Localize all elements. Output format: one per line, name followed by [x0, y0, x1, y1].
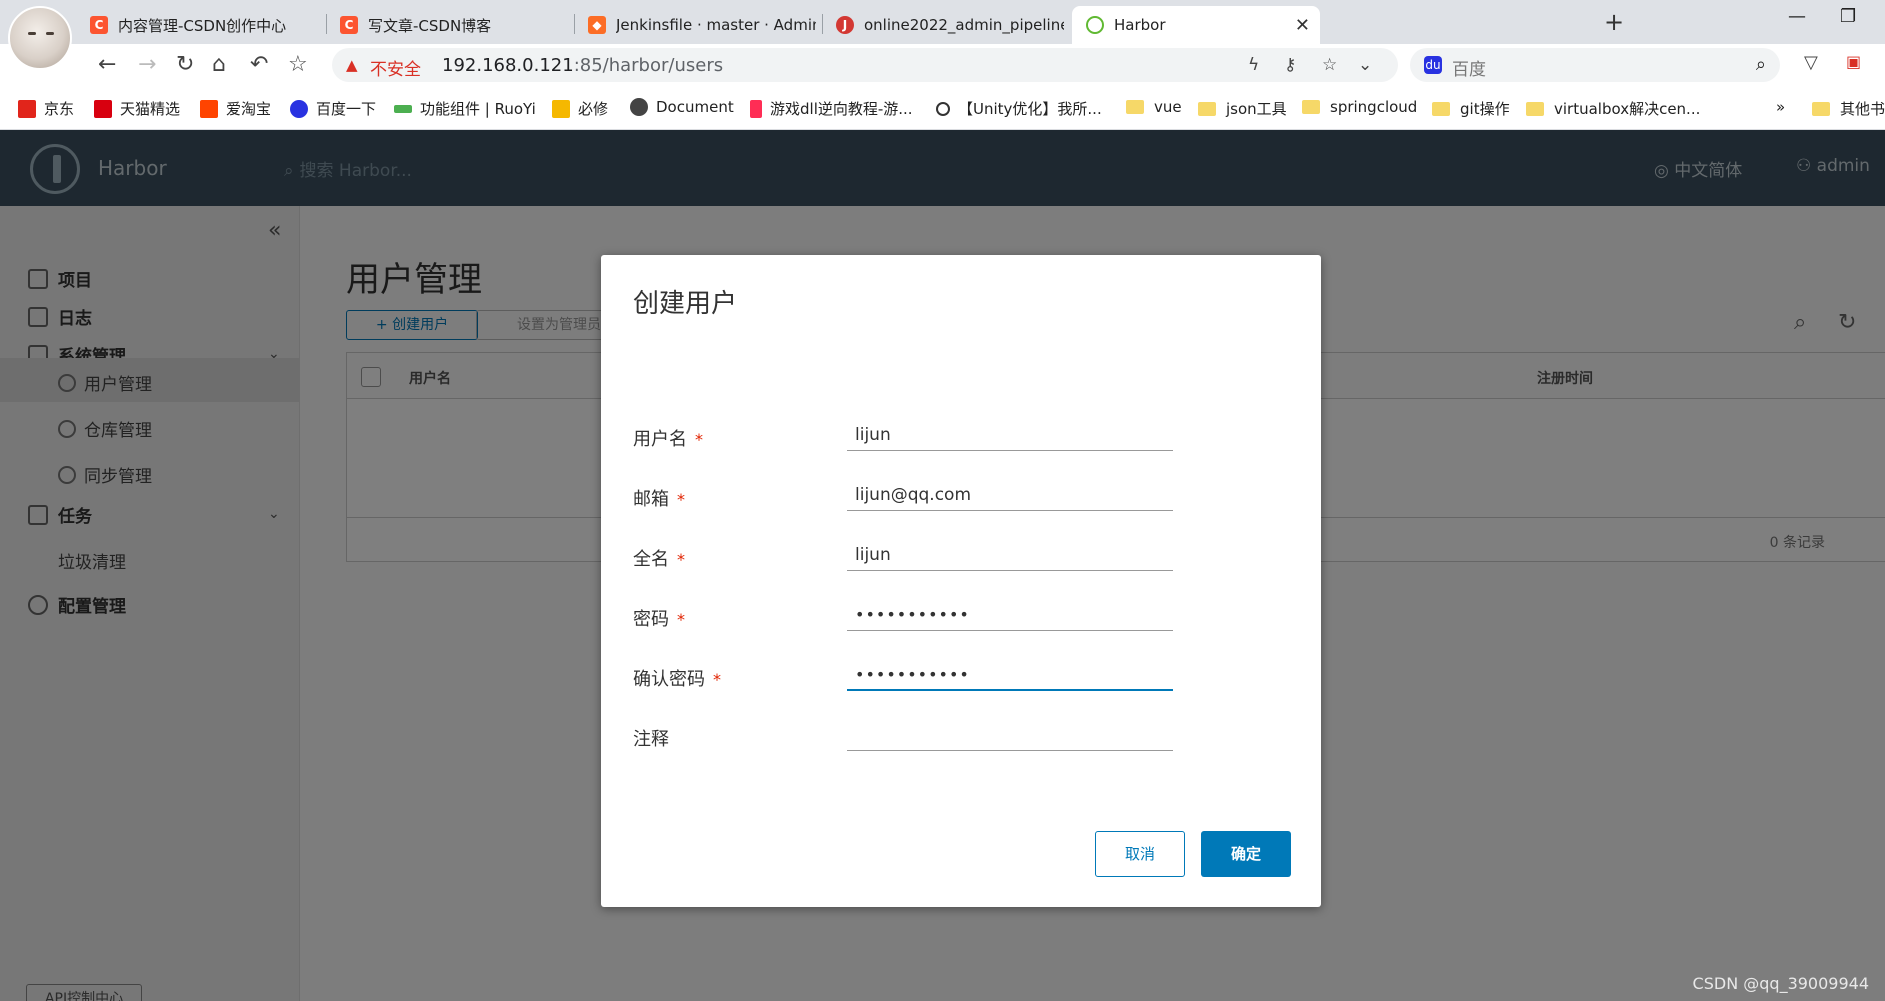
folder-icon: [1526, 101, 1544, 116]
browser-tab-csdn-manage[interactable]: C 内容管理-CSDN创作中心: [76, 6, 326, 44]
fullname-input[interactable]: lijun: [847, 543, 1173, 571]
fullname-row: 全名 * lijun: [633, 529, 1293, 579]
email-input[interactable]: lijun@qq.com: [847, 483, 1173, 511]
address-bar[interactable]: ▲ 不安全 192.168.0.121:85/harbor/users ϟ ⚷ …: [332, 48, 1398, 82]
globe-icon: [630, 98, 648, 116]
key-icon[interactable]: ⚷: [1284, 55, 1296, 75]
ruoyi-icon: [394, 104, 412, 113]
baidu-icon: du: [1424, 56, 1442, 74]
browser-tab-jenkins[interactable]: J online2022_admin_pipeline #47 C: [822, 6, 1070, 44]
confirm-password-input[interactable]: •••••••••••: [847, 663, 1173, 691]
bookmark-star-icon[interactable]: ☆: [1322, 55, 1337, 75]
browser-tab-harbor[interactable]: Harbor ✕: [1072, 6, 1320, 44]
cancel-button[interactable]: 取消: [1095, 831, 1185, 877]
email-label: 邮箱 *: [633, 489, 685, 510]
back-icon[interactable]: ←: [98, 52, 116, 77]
ok-button[interactable]: 确定: [1201, 831, 1291, 877]
confirm-password-label: 确认密码 *: [633, 669, 721, 690]
email-row: 邮箱 * lijun@qq.com: [633, 469, 1293, 519]
unity-icon: [936, 101, 950, 116]
restore-window-icon[interactable]: ❐: [1840, 6, 1856, 27]
pdf-extension-icon[interactable]: ▣: [1846, 52, 1861, 71]
lightning-icon[interactable]: ϟ: [1248, 55, 1259, 75]
bookmark-dll-tutorial[interactable]: 游戏dll逆向教程-游...: [750, 98, 913, 119]
username-input[interactable]: lijun: [847, 423, 1173, 451]
bookmark-document[interactable]: Document: [630, 98, 734, 116]
bookmark-bixiu[interactable]: 必修: [552, 98, 608, 119]
csdn-watermark: CSDN @qq_39009944: [1692, 974, 1869, 993]
bixiu-icon: [552, 99, 570, 118]
folder-icon: [1126, 100, 1144, 114]
comment-input[interactable]: [847, 723, 1173, 751]
folder-icon: [1432, 101, 1450, 116]
bookmark-tmall[interactable]: 天猫精选: [94, 98, 180, 119]
jd-icon: [18, 99, 36, 118]
bookmark-git[interactable]: git操作: [1432, 98, 1510, 119]
url-text[interactable]: 192.168.0.121:85/harbor/users: [442, 55, 723, 76]
browser-tab-csdn-write[interactable]: C 写文章-CSDN博客: [326, 6, 574, 44]
bookmarks-more-icon[interactable]: »: [1776, 98, 1785, 116]
bookmark-jd[interactable]: 京东: [18, 98, 74, 119]
extension-v-icon[interactable]: ▽: [1804, 52, 1818, 73]
dialog-title: 创建用户: [633, 289, 738, 319]
baidu-icon: [290, 99, 308, 118]
bookmark-aitaobao[interactable]: 爱淘宝: [200, 98, 271, 119]
browser-tab-strip: C 内容管理-CSDN创作中心 C 写文章-CSDN博客 ◆ Jenkinsfi…: [0, 0, 1885, 70]
jenkins-icon: J: [836, 16, 854, 34]
star-icon[interactable]: ☆: [288, 52, 308, 77]
chevron-down-icon[interactable]: ⌄: [1358, 55, 1372, 75]
new-tab-button[interactable]: +: [1604, 8, 1624, 36]
comment-row: 注释: [633, 709, 1293, 759]
password-row: 密码 * •••••••••••: [633, 589, 1293, 639]
reload-icon[interactable]: ↻: [176, 52, 194, 77]
bookmark-baidu[interactable]: 百度一下: [290, 98, 376, 119]
bookmark-json[interactable]: json工具: [1198, 98, 1287, 119]
csdn-icon: C: [90, 16, 108, 34]
create-user-dialog: 创建用户 用户名 * lijun 邮箱 * lijun@qq.com 全名 * lij…: [601, 255, 1321, 907]
fullname-label: 全名 *: [633, 549, 685, 570]
bookmark-vue[interactable]: vue: [1126, 98, 1182, 116]
bookmarks-bar: 京东 天猫精选 爱淘宝 百度一下 功能组件 | RuoYi 必修 Documen…: [0, 86, 1885, 130]
bookmark-springcloud[interactable]: springcloud: [1302, 98, 1417, 116]
password-label: 密码 *: [633, 609, 685, 630]
home-icon[interactable]: ⌂: [212, 52, 226, 77]
browser-tab-gitlab[interactable]: ◆ Jenkinsfile · master · Administrato: [574, 6, 822, 44]
folder-icon: [1198, 101, 1216, 116]
gitlab-icon: ◆: [588, 16, 606, 34]
password-input[interactable]: •••••••••••: [847, 603, 1173, 631]
folder-icon: [1812, 101, 1830, 116]
taobao-icon: [200, 99, 218, 118]
undo-icon[interactable]: ↶: [250, 52, 268, 77]
security-label[interactable]: 不安全: [370, 55, 421, 80]
tmall-icon: [94, 99, 112, 118]
csdn-icon: C: [340, 16, 358, 34]
folder-icon: [1302, 100, 1320, 114]
bookmark-other[interactable]: 其他书: [1812, 98, 1885, 119]
bookmark-unity[interactable]: 【Unity优化】我所...: [936, 98, 1102, 119]
forward-icon[interactable]: →: [138, 52, 156, 77]
confirm-password-row: 确认密码 * •••••••••••: [633, 649, 1293, 699]
warning-icon: ▲: [346, 56, 358, 74]
close-tab-icon[interactable]: ✕: [1295, 15, 1310, 36]
bookmark-virtualbox[interactable]: virtualbox解决cen...: [1526, 98, 1700, 119]
comment-label: 注释: [633, 729, 669, 750]
bookmark-ruoyi[interactable]: 功能组件 | RuoYi: [394, 98, 536, 119]
profile-avatar[interactable]: [8, 6, 72, 70]
minimize-window-icon[interactable]: —: [1788, 6, 1806, 27]
username-label: 用户名 *: [633, 429, 703, 450]
search-engine-box[interactable]: du 百度 ⌕: [1410, 48, 1780, 82]
harbor-icon: [1086, 16, 1104, 34]
game-icon: [750, 99, 762, 118]
browser-toolbar: ← → ↻ ⌂ ↶ ☆ ▲ 不安全 192.168.0.121:85/harbo…: [0, 44, 1885, 86]
search-icon[interactable]: ⌕: [1756, 54, 1766, 75]
username-row: 用户名 * lijun: [633, 409, 1293, 459]
